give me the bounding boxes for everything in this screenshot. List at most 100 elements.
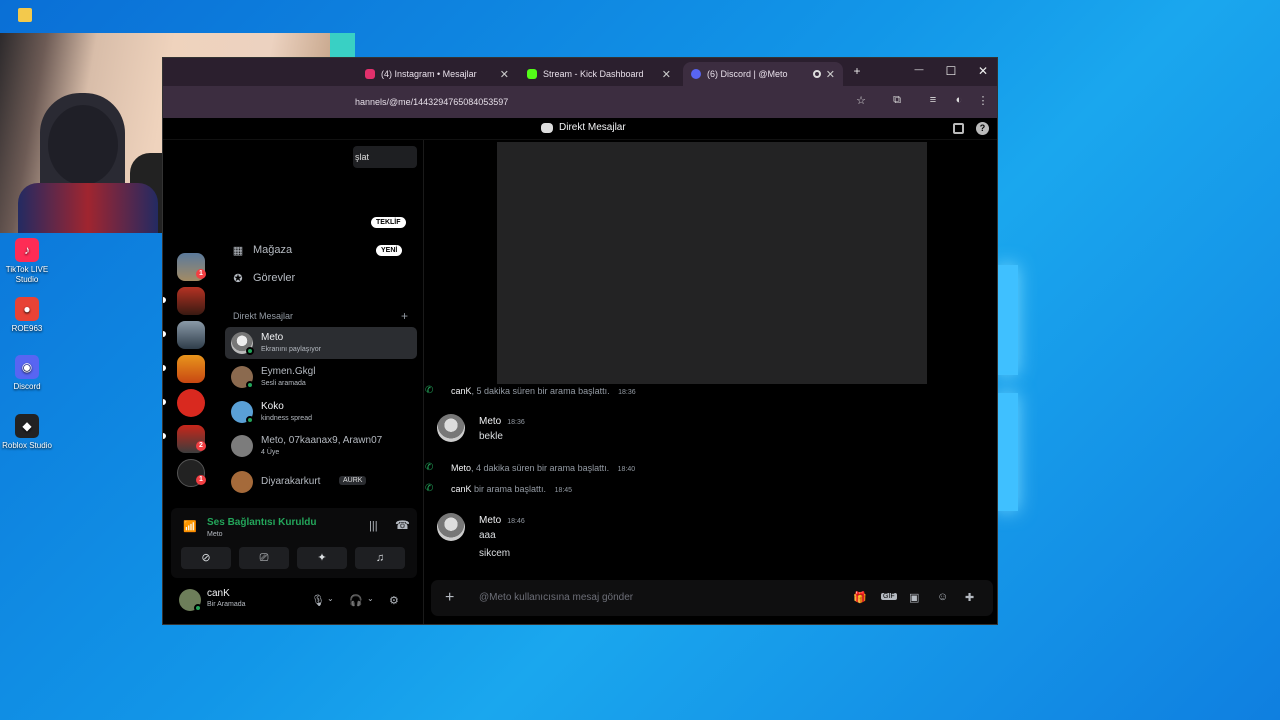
message-input[interactable]: @Meto kullanıcısına mesaj gönder [479, 592, 633, 603]
windows-logo [996, 265, 1018, 515]
dm-name: Koko [261, 401, 284, 412]
message-author: Meto 18:46 [479, 515, 525, 526]
url-input[interactable]: hannels/@me/1443294765084053597 [355, 92, 875, 112]
stream-view[interactable] [497, 142, 927, 384]
clan-tag: AURK [339, 476, 367, 485]
soundboard-button[interactable]: ♫ [355, 547, 405, 569]
server-icon[interactable] [177, 355, 205, 383]
media-icon[interactable]: ≡ [925, 94, 941, 106]
search-input[interactable]: şlat [353, 146, 417, 168]
timestamp: 18:36 [618, 389, 636, 396]
desktop-icon[interactable]: ◆ Roblox Studio [0, 414, 55, 451]
author-name[interactable]: Meto [479, 416, 501, 427]
dm-item-group[interactable]: Meto, 07kaanax9, Arawn07 4 Üye [225, 430, 417, 462]
avatar[interactable] [437, 513, 465, 541]
soundboard-icon[interactable]: ||| [369, 520, 378, 532]
user-panel: canK Bir Aramada 🎙 ⌄ 🎧 ⌄ ⚙ [163, 580, 423, 624]
sticker-icon[interactable]: ▣ [909, 591, 919, 604]
server-icon[interactable] [177, 287, 205, 315]
star-icon[interactable]: ☆ [853, 94, 869, 107]
timestamp: 18:46 [507, 518, 525, 525]
dm-name: Eymen.Gkgl [261, 366, 316, 377]
help-icon[interactable]: ? [976, 122, 989, 135]
message-composer: + @Meto kullanıcısına mesaj gönder 🎁 GIF… [431, 580, 993, 616]
tab-discord[interactable]: (6) Discord | @Meto ✕ [683, 62, 843, 86]
minimize-button[interactable]: — [909, 64, 929, 74]
timestamp: 18:45 [554, 487, 573, 494]
offer-badge: TEKLİF [371, 217, 406, 228]
dm-item-meto[interactable]: Meto Ekranını paylaşıyor [225, 327, 417, 359]
inbox-icon[interactable] [953, 123, 964, 134]
status-indicator [246, 381, 254, 389]
nav-shop[interactable]: ▦ Mağaza [231, 239, 292, 261]
dm-status: Ekranını paylaşıyor [261, 346, 321, 353]
dm-name: Diyarakarkurt [261, 476, 321, 487]
dm-item-eymen[interactable]: Eymen.Gkgl Sesli aramada [225, 361, 417, 393]
profile-icon[interactable]: ◐ [951, 94, 967, 106]
desktop-icon[interactable]: ♪ TikTok LIVE Studio [0, 238, 55, 285]
unread-pill [163, 331, 166, 337]
server-icon[interactable] [177, 389, 205, 417]
avatar [231, 471, 253, 493]
dm-item-diyarakarkurt[interactable]: Diyarakarkurt AURK [225, 466, 417, 498]
unread-badge: 1 [196, 269, 206, 279]
desktop-icon[interactable]: ● ROE963 [0, 297, 55, 334]
screen-share-button[interactable]: ⎚ [239, 547, 289, 569]
menu-icon[interactable]: ⋮ [975, 94, 991, 107]
microphone-icon[interactable]: 🎙 [311, 594, 325, 607]
unread-badge: 1 [196, 475, 206, 485]
dm-item-koko[interactable]: Koko kindness spread [225, 396, 417, 428]
gift-icon[interactable]: 🎁 [853, 591, 867, 604]
unread-pill [163, 399, 166, 405]
desktop-icon[interactable]: ◉ Discord [0, 355, 55, 392]
discord-header: Direkt Mesajlar ? [163, 118, 997, 140]
timestamp: 18:36 [507, 419, 525, 426]
folder-icon[interactable] [18, 8, 32, 22]
tab-kick[interactable]: Stream - Kick Dashboard ✕ [519, 62, 679, 86]
desktop-icon-label: Discord [13, 382, 41, 391]
signal-icon: 📶 [183, 521, 197, 533]
new-dm-button[interactable]: + [401, 309, 408, 323]
system-actor: Meto [451, 463, 472, 473]
camera-off-button[interactable]: ⊘ [181, 547, 231, 569]
tab-instagram[interactable]: (4) Instagram • Mesajlar ✕ [357, 62, 517, 86]
close-tab-icon[interactable]: ✕ [826, 68, 835, 81]
apps-icon[interactable]: ✚ [965, 591, 974, 604]
system-message: ✆ canK bir arama başlattı. 18:45 [425, 483, 573, 494]
unread-pill [163, 433, 166, 439]
author-name[interactable]: Meto [479, 515, 501, 526]
gif-icon[interactable]: GIF [881, 593, 897, 600]
avatar [231, 435, 253, 457]
dm-name: Meto [261, 332, 284, 343]
close-tab-icon[interactable]: ✕ [662, 68, 671, 81]
voice-status[interactable]: Ses Bağlantısı Kuruldu [207, 517, 316, 528]
server-icon[interactable] [177, 321, 205, 349]
emoji-icon[interactable]: ☺ [937, 591, 948, 603]
app-icon: ◆ [15, 414, 39, 438]
message-text: bekle [479, 431, 503, 442]
activities-button[interactable]: ✦ [297, 547, 347, 569]
chevron-down-icon[interactable]: ⌄ [367, 594, 374, 603]
attach-button[interactable]: + [445, 589, 454, 607]
new-tab-button[interactable]: + [847, 64, 867, 78]
voice-panel: 📶 Ses Bağlantısı Kuruldu Meto ||| ☎ ⊘ ⎚ … [171, 508, 417, 578]
phone-icon: ✆ [425, 462, 434, 473]
avatar[interactable] [437, 414, 465, 442]
nav-quests[interactable]: ✪ Görevler [231, 267, 295, 289]
message-author: Meto 18:36 [479, 416, 525, 427]
extensions-icon[interactable]: ⧉ [889, 94, 905, 107]
system-actor: canK [451, 484, 472, 494]
maximize-button[interactable]: ☐ [941, 64, 961, 78]
recording-icon [813, 70, 821, 78]
headphones-icon[interactable]: 🎧 [349, 594, 363, 607]
server-list: 1 2 1 [163, 233, 219, 501]
app-icon: ♪ [15, 238, 39, 262]
disconnect-icon[interactable]: ☎ [395, 518, 410, 532]
gear-icon[interactable]: ⚙ [389, 594, 399, 607]
close-tab-icon[interactable]: ✕ [500, 68, 509, 81]
desktop-icon-label: ROE963 [11, 324, 43, 333]
chevron-down-icon[interactable]: ⌄ [327, 594, 334, 603]
nav-label: Görevler [253, 272, 296, 284]
close-window-button[interactable]: ✕ [973, 64, 993, 78]
tab-label: (6) Discord | @Meto [707, 69, 788, 79]
